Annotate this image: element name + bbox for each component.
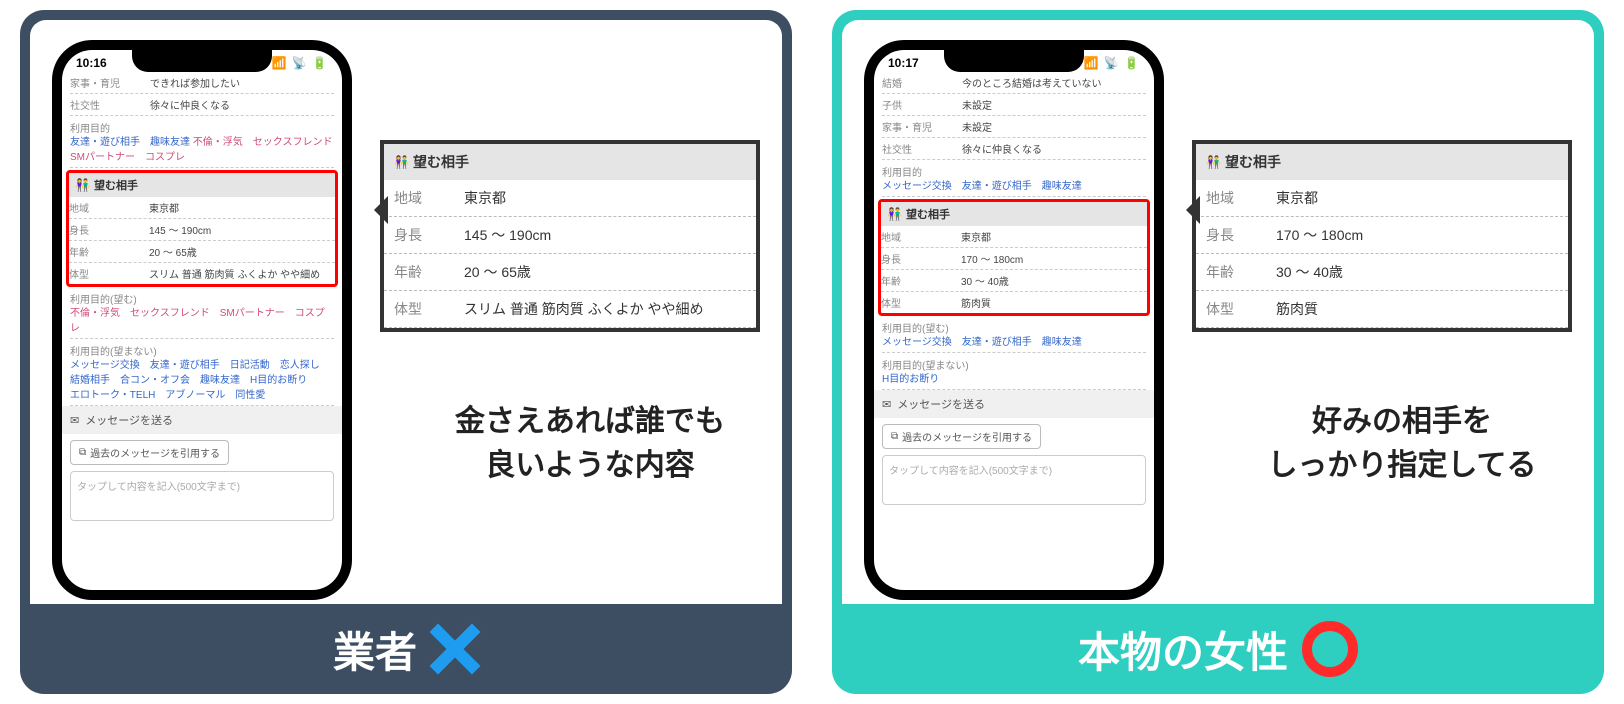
couple-icon: 👫 — [1206, 155, 1221, 169]
footer-right: 本物の女性 — [832, 604, 1604, 694]
caption-left: 金さえあれば誰でも 良いような内容 — [410, 400, 770, 487]
mail-icon: ✉ — [70, 414, 79, 427]
callout-right: 👫 望む相手 地域東京都 身長170 ～ 180cm 年齢30 ～ 40歳 体型… — [1192, 140, 1572, 332]
purpose-blocks: 利用目的(望む) メッセージ交換 友達・遊び相手 趣味友達 利用目的(望まない)… — [874, 320, 1154, 390]
panel-right-body: 10:17 📶 📡 🔋 結婚今のところ結婚は考えていない 子供未設定 家事・育児… — [842, 20, 1594, 604]
panel-real: 10:17 📶 📡 🔋 結婚今のところ結婚は考えていない 子供未設定 家事・育児… — [832, 10, 1604, 694]
panel-left-body: 10:16 📶 📡 🔋 家事・育児できれば参加したい 社交性徐々に仲良くなる 利… — [30, 20, 782, 604]
copy-icon: ⧉ — [891, 431, 898, 442]
copy-icon: ⧉ — [79, 447, 86, 458]
phone-screen-left: 10:16 📶 📡 🔋 家事・育児できれば参加したい 社交性徐々に仲良くなる 利… — [62, 50, 342, 590]
purpose-blocks: 利用目的(望む) 不倫・浮気 セックスフレンド SMパートナー コスプレ 利用目… — [62, 291, 342, 406]
highlighted-wish-section: 👫 望む相手 地域東京都 身長145 ～ 190cm 年齢20 ～ 65歳 体型… — [66, 170, 338, 287]
status-time: 10:16 — [76, 56, 107, 70]
footer-label-left: 業者 — [333, 619, 417, 680]
x-icon — [431, 625, 479, 673]
callout-left: 👫 望む相手 地域東京都 身長145 ～ 190cm 年齢20 ～ 65歳 体型… — [380, 140, 760, 332]
status-icons: 📶 📡 🔋 — [272, 56, 329, 70]
phone-notch — [944, 50, 1084, 72]
footer-label-right: 本物の女性 — [1078, 619, 1288, 680]
couple-icon: 👫 — [394, 155, 409, 169]
phone-mockup-right: 10:17 📶 📡 🔋 結婚今のところ結婚は考えていない 子供未設定 家事・育児… — [864, 40, 1164, 600]
panel-scammer: 10:16 📶 📡 🔋 家事・育児できれば参加したい 社交性徐々に仲良くなる 利… — [20, 10, 792, 694]
quote-button[interactable]: ⧉ 過去のメッセージを引用する — [70, 440, 229, 465]
message-header: ✉ メッセージを送る — [62, 406, 342, 434]
message-header: ✉ メッセージを送る — [874, 390, 1154, 418]
footer-left: 業者 — [20, 604, 792, 694]
highlighted-wish-section: 👫 望む相手 地域東京都 身長170 ～ 180cm 年齢30 ～ 40歳 体型… — [878, 199, 1150, 316]
mail-icon: ✉ — [882, 398, 891, 411]
message-input[interactable]: タップして内容を記入(500文字まで) — [70, 471, 334, 521]
status-time: 10:17 — [888, 56, 919, 70]
quote-button[interactable]: ⧉ 過去のメッセージを引用する — [882, 424, 1041, 449]
phone-mockup-left: 10:16 📶 📡 🔋 家事・育児できれば参加したい 社交性徐々に仲良くなる 利… — [52, 40, 352, 600]
profile-top-rows: 家事・育児できれば参加したい 社交性徐々に仲良くなる 利用目的 友達・遊び相手 … — [62, 72, 342, 168]
caption-right: 好みの相手を しっかり指定してる — [1222, 400, 1582, 487]
couple-icon: 👫 — [75, 178, 90, 192]
phone-notch — [132, 50, 272, 72]
phone-screen-right: 10:17 📶 📡 🔋 結婚今のところ結婚は考えていない 子供未設定 家事・育児… — [874, 50, 1154, 590]
status-icons: 📶 📡 🔋 — [1084, 56, 1141, 70]
couple-icon: 👫 — [887, 207, 902, 221]
circle-icon — [1302, 621, 1358, 677]
purpose-tags: 友達・遊び相手 趣味友達 不倫・浮気 セックスフレンド SMパートナー コスプレ — [70, 135, 334, 168]
wish-header: 👫 望む相手 — [69, 173, 335, 197]
profile-top-rows: 結婚今のところ結婚は考えていない 子供未設定 家事・育児未設定 社交性徐々に仲良… — [874, 72, 1154, 197]
message-input[interactable]: タップして内容を記入(500文字まで) — [882, 455, 1146, 505]
